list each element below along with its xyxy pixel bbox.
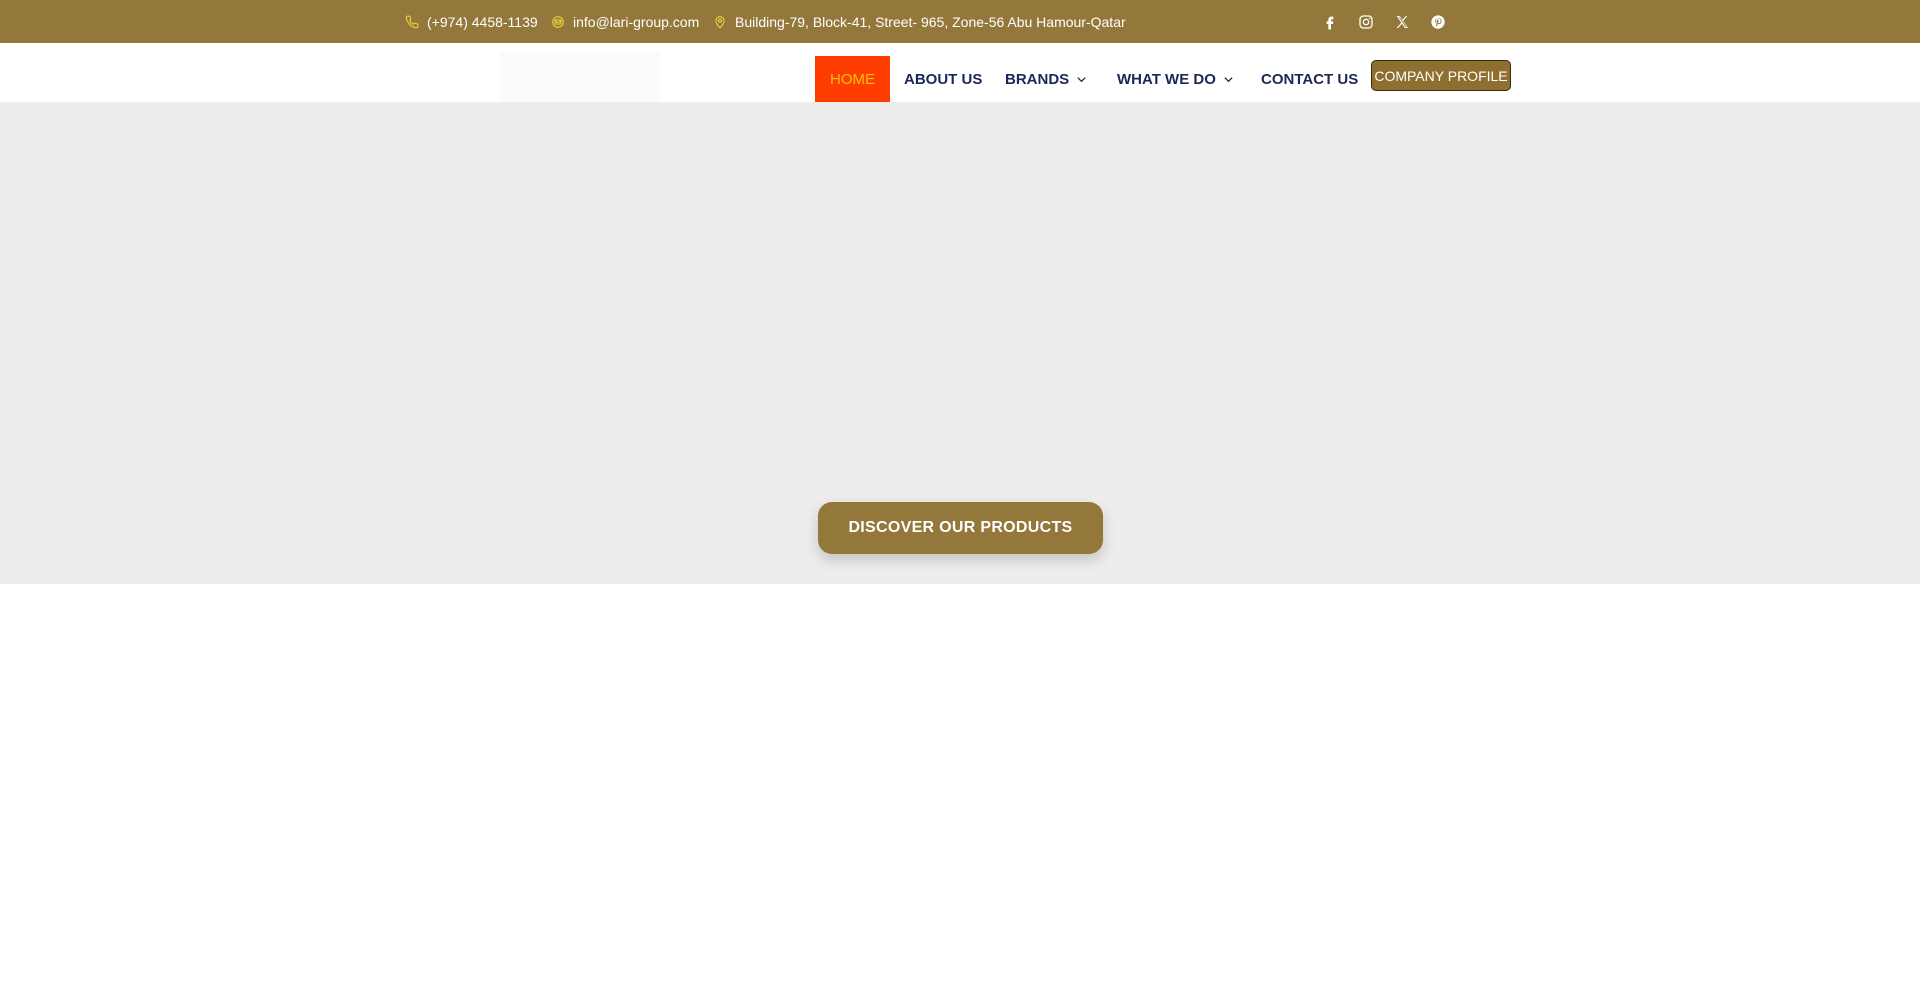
nav-what-we-do[interactable]: WHAT WE DO xyxy=(1117,56,1234,102)
hero-section: DISCOVER OUR PRODUCTS xyxy=(0,102,1920,584)
phone-text: (+974) 4458-1139 xyxy=(427,13,538,30)
discover-products-button[interactable]: DISCOVER OUR PRODUCTS xyxy=(818,502,1103,554)
nav-brands-label: BRANDS xyxy=(1005,70,1070,88)
mail-icon xyxy=(551,15,565,29)
email-text: info@lari-group.com xyxy=(573,13,700,30)
nav-about-label: ABOUT US xyxy=(904,70,983,88)
pinterest-icon[interactable] xyxy=(1420,0,1456,43)
social-links xyxy=(1312,0,1456,43)
chevron-down-icon xyxy=(1076,74,1087,85)
nav-brands[interactable]: BRANDS xyxy=(1005,56,1087,102)
x-icon[interactable] xyxy=(1384,0,1420,43)
instagram-icon[interactable] xyxy=(1348,0,1384,43)
nav-home-label: HOME xyxy=(830,70,875,88)
nav-home[interactable]: HOME xyxy=(815,56,890,102)
logo[interactable] xyxy=(500,51,660,102)
contact-phone[interactable]: (+974) 4458-1139 xyxy=(405,0,538,43)
main-header: HOME ABOUT US BRANDS WHAT WE DO CONTACT … xyxy=(0,43,1920,102)
map-pin-icon xyxy=(713,15,727,29)
nav-about-us[interactable]: ABOUT US xyxy=(904,56,982,102)
nav-what-we-do-label: WHAT WE DO xyxy=(1117,70,1216,88)
top-info-bar: (+974) 4458-1139 info@lari-group.com Bui… xyxy=(0,0,1920,43)
chevron-down-icon xyxy=(1223,74,1234,85)
contact-address: Building-79, Block-41, Street- 965, Zone… xyxy=(713,0,1126,43)
nav-contact-us[interactable]: CONTACT US xyxy=(1261,56,1358,102)
phone-icon xyxy=(405,15,419,29)
contact-email[interactable]: info@lari-group.com xyxy=(551,0,699,43)
address-text: Building-79, Block-41, Street- 965, Zone… xyxy=(735,13,1126,30)
nav-contact-label: CONTACT US xyxy=(1261,70,1359,88)
facebook-icon[interactable] xyxy=(1312,0,1348,43)
company-profile-button[interactable]: COMPANY PROFILE xyxy=(1371,60,1511,91)
